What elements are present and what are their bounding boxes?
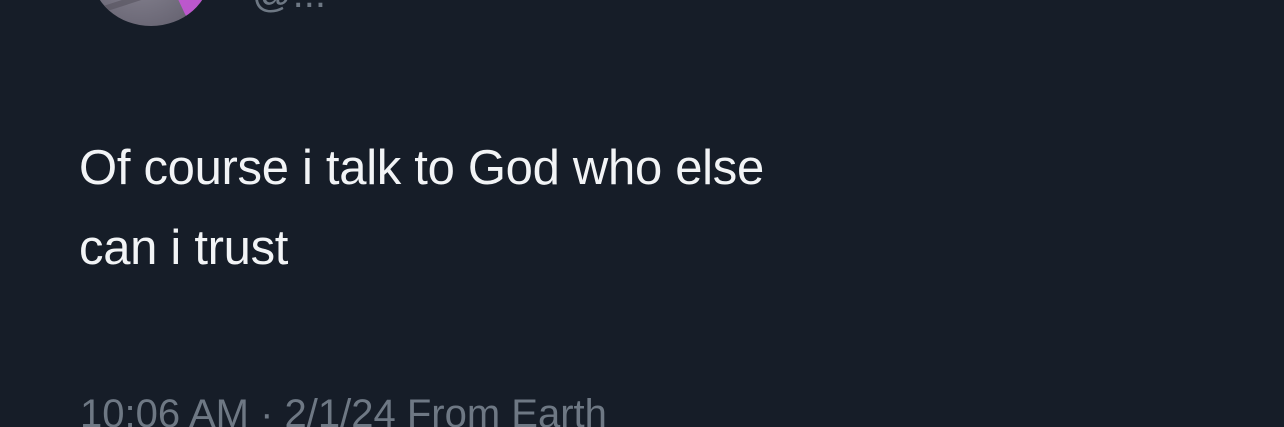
tweet-text-line: Of course i talk to God who else bbox=[79, 141, 764, 195]
author-handle[interactable]: @... bbox=[252, 0, 326, 17]
tweet-timestamp[interactable]: 10:06 AM · 2/1/24 From Earth bbox=[80, 392, 607, 427]
tweet-card: @... Of course i talk to God who else ca… bbox=[0, 0, 1284, 427]
avatar-stripe bbox=[103, 0, 191, 12]
avatar-accent bbox=[164, 0, 210, 25]
avatar[interactable] bbox=[92, 0, 210, 26]
tweet-text-line: can i trust bbox=[79, 221, 289, 275]
tweet-text: Of course i talk to God who else can i t… bbox=[79, 128, 1019, 288]
